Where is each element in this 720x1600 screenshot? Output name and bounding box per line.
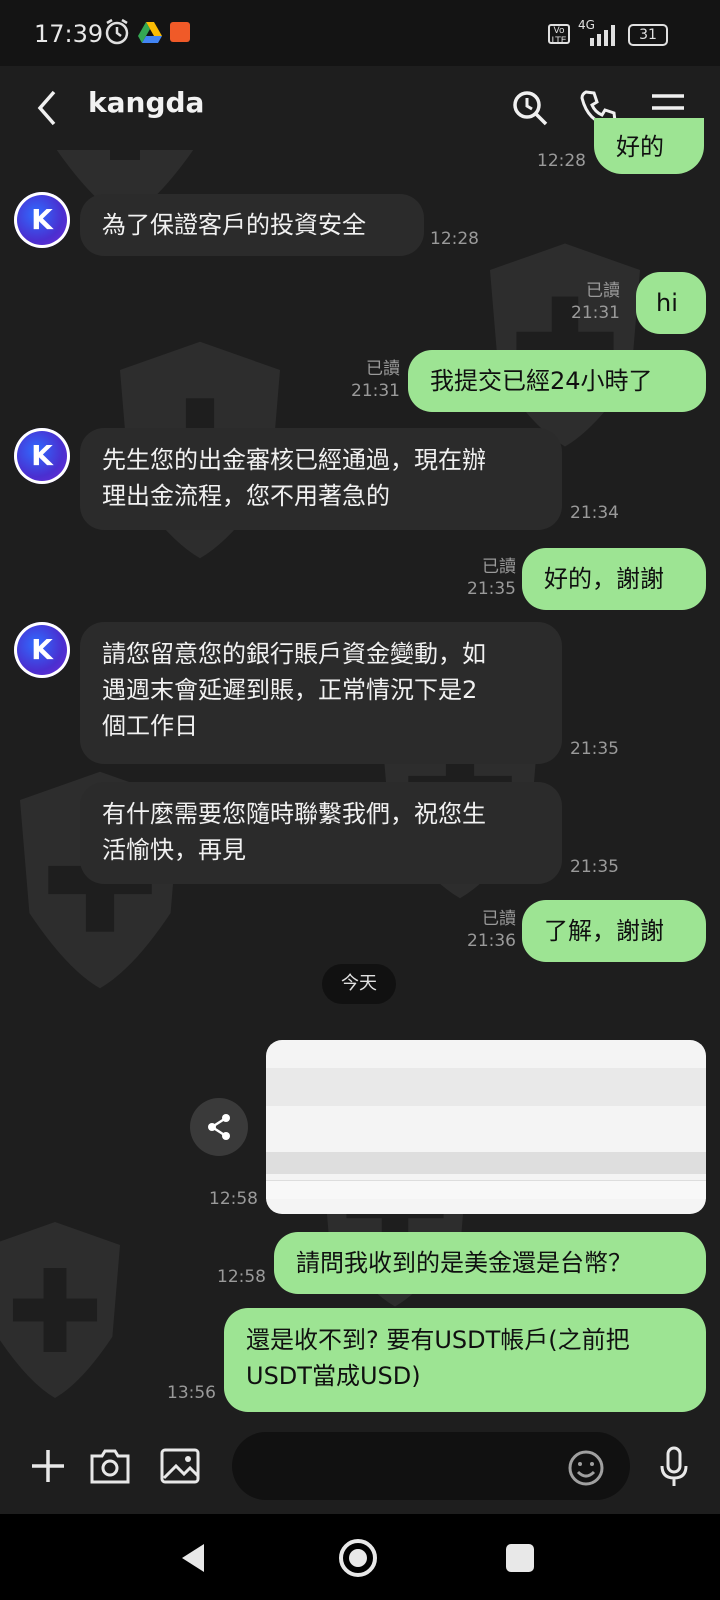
back-arrow-icon[interactable] <box>24 84 72 132</box>
share-button[interactable] <box>190 1098 248 1156</box>
message-time: 12:58 <box>217 1267 266 1287</box>
share-icon <box>208 1114 230 1140</box>
status-time: 17:39 <box>34 20 104 48</box>
message-time: 21:35 <box>570 857 619 877</box>
message-time: 12:28 <box>430 229 479 249</box>
avatar[interactable]: K <box>14 192 70 248</box>
outgoing-message[interactable]: hi <box>636 272 706 334</box>
date-divider: 今天 <box>322 964 396 1004</box>
alarm-icon <box>105 18 129 45</box>
message-input[interactable] <box>232 1432 630 1500</box>
message-read-status: 已讀 21:35 <box>467 557 516 599</box>
microphone-icon[interactable] <box>650 1442 698 1490</box>
avatar[interactable]: K <box>14 428 70 484</box>
message-read-status: 已讀 21:31 <box>571 281 620 323</box>
image-icon[interactable] <box>156 1442 204 1490</box>
battery-icon: 31 <box>628 24 668 46</box>
drive-icon <box>138 22 162 43</box>
outgoing-message[interactable]: 還是收不到? 要有USDT帳戶(之前把 USDT當成USD) <box>224 1308 706 1412</box>
incoming-message[interactable]: 先生您的出金審核已經通過，現在辦 理出金流程，您不用著急的 <box>80 428 562 530</box>
incoming-message[interactable]: 為了保證客戶的投資安全 <box>80 194 424 256</box>
message-read-status: 已讀 21:31 <box>351 359 400 401</box>
outgoing-message-partial[interactable]: 好的 <box>594 118 704 174</box>
plus-icon[interactable] <box>24 1442 72 1490</box>
emoji-icon[interactable] <box>566 1448 606 1488</box>
chat-title: kangda <box>88 86 205 119</box>
message-time: 12:28 <box>537 151 586 171</box>
app-notification-icon <box>170 22 190 42</box>
search-icon[interactable] <box>506 84 554 132</box>
incoming-message[interactable]: 有什麼需要您隨時聯繫我們，祝您生 活愉快，再見 <box>80 782 562 884</box>
camera-icon[interactable] <box>86 1442 134 1490</box>
outgoing-message[interactable]: 請問我收到的是美金還是台幣？ <box>274 1232 706 1294</box>
back-triangle-icon[interactable] <box>176 1540 212 1576</box>
image-thumbnail-header <box>266 1068 706 1106</box>
home-circle-icon[interactable] <box>336 1536 380 1580</box>
system-nav-bar <box>0 1514 720 1600</box>
outgoing-message[interactable]: 了解，謝謝 <box>522 900 706 962</box>
shield-watermark-icon <box>0 1222 120 1398</box>
message-composer <box>0 1418 720 1514</box>
incoming-message[interactable]: 請您留意您的銀行賬戶資金變動，如 遇週末會延遲到賬，正常情況下是2 個工作日 <box>80 622 562 764</box>
volte-icon: Vo LTE <box>548 24 570 46</box>
battery-level: 31 <box>639 27 657 43</box>
image-message[interactable] <box>266 1040 706 1214</box>
message-time: 21:34 <box>570 503 619 523</box>
message-time: 21:35 <box>570 739 619 759</box>
message-time: 12:58 <box>209 1189 258 1209</box>
outgoing-message[interactable]: 我提交已經24小時了 <box>408 350 706 412</box>
image-thumbnail-row <box>266 1180 706 1199</box>
recents-square-icon[interactable] <box>506 1544 534 1572</box>
signal-4g-icon <box>590 25 615 46</box>
message-read-status: 已讀 21:36 <box>467 909 516 951</box>
outgoing-message[interactable]: 好的，謝謝 <box>522 548 706 610</box>
message-time: 13:56 <box>167 1383 216 1403</box>
shield-watermark-icon <box>490 243 640 447</box>
avatar[interactable]: K <box>14 622 70 678</box>
status-bar: 17:39 Vo LTE 4G 31 <box>0 0 720 66</box>
image-thumbnail-table <box>266 1152 706 1174</box>
